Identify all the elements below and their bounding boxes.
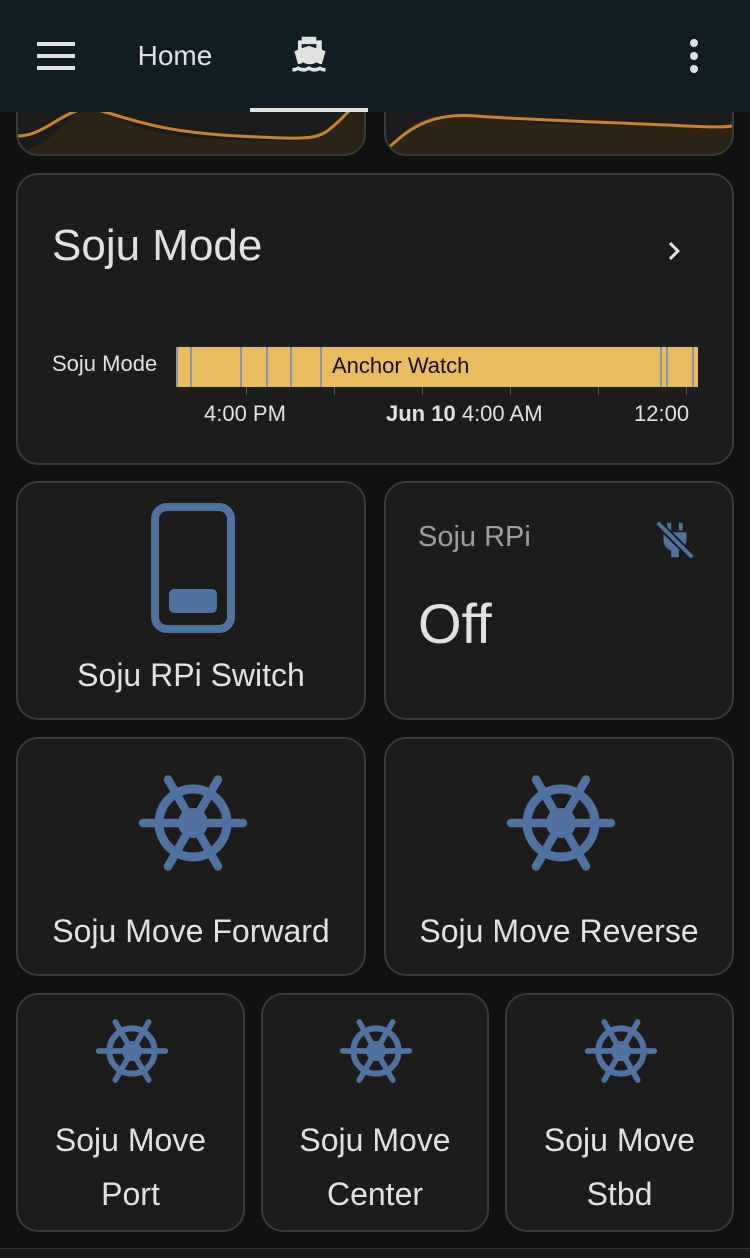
card-title: Soju Mode (52, 221, 263, 270)
tile-label: Soju Move Stbd (507, 1113, 732, 1221)
tile-label: Soju Move Center (263, 1113, 487, 1221)
soju-rpi-entity-card[interactable]: Soju RPi Off (384, 481, 734, 720)
timeline-state-label: Anchor Watch (332, 353, 470, 378)
entity-name: Soju RPi (418, 521, 531, 553)
tab-home-label: Home (137, 40, 213, 71)
axis-tick (334, 387, 335, 395)
dots-vertical-icon (690, 39, 698, 73)
ship-wheel-icon (506, 775, 616, 871)
axis-date: Jun 10 (386, 401, 456, 426)
ship-wheel-icon (138, 775, 248, 871)
state-change-marker (660, 347, 662, 387)
tile-label-line-1: Soju Move (299, 1122, 451, 1158)
timeline-row-label: Soju Mode (52, 351, 158, 376)
tile-label: Soju Move Port (18, 1113, 243, 1221)
tile-label-line-1: Soju Move (54, 1122, 207, 1158)
soju-rpi-switch-button[interactable]: Soju RPi Switch (16, 481, 366, 720)
axis-label: 4:00 PM (204, 401, 286, 426)
state-change-marker (692, 347, 694, 387)
tile-label-line-2: Stbd (586, 1176, 653, 1212)
next-card-edge (0, 1248, 750, 1258)
active-tab-indicator (250, 108, 368, 112)
soju-move-reverse-button[interactable]: Soju Move Reverse (384, 737, 734, 976)
axis-tick (422, 387, 423, 395)
tab-home[interactable]: Home (110, 0, 240, 112)
soju-mode-history-card[interactable]: Soju Mode Soju Mode Anchor Watch 4:00 PM… (16, 173, 734, 465)
state-change-marker (176, 347, 178, 387)
tile-label: Soju Move Reverse (419, 913, 699, 949)
axis-tick (598, 387, 599, 395)
ship-wheel-icon (339, 1019, 413, 1083)
timeline-axis (176, 387, 698, 395)
tile-label-line-2: Center (326, 1176, 424, 1212)
tile-label-line-1: Soju Move (543, 1122, 696, 1158)
state-change-marker (290, 347, 292, 387)
state-change-marker (190, 347, 192, 387)
timeline-bar[interactable]: Anchor Watch (176, 347, 698, 387)
ferry-icon (292, 36, 326, 72)
axis-tick (686, 387, 687, 395)
axis-tick (246, 387, 247, 395)
top-app-bar: Home (0, 0, 750, 112)
ship-wheel-icon (95, 1019, 169, 1083)
soju-move-center-button[interactable]: Soju Move Center (261, 993, 489, 1232)
cellphone-icon (151, 503, 235, 633)
soju-move-forward-button[interactable]: Soju Move Forward (16, 737, 366, 976)
state-change-marker (320, 347, 322, 387)
power-plug-off-icon (655, 520, 695, 560)
tile-label: Soju Move Forward (52, 913, 330, 949)
soju-move-stbd-button[interactable]: Soju Move Stbd (505, 993, 734, 1232)
soju-move-port-button[interactable]: Soju Move Port (16, 993, 245, 1232)
state-change-marker (266, 347, 268, 387)
hamburger-menu-icon (37, 42, 75, 70)
menu-button[interactable] (30, 34, 82, 78)
tile-label-line-2: Port (101, 1176, 160, 1212)
ship-wheel-icon (584, 1019, 658, 1083)
overflow-menu-button[interactable] (672, 30, 716, 82)
axis-label: 12:00 (634, 401, 690, 426)
axis-tick (510, 387, 511, 395)
axis-label-date: Jun 10 4:00 AM (386, 401, 543, 427)
axis-time: 4:00 AM (461, 401, 543, 426)
state-change-marker (666, 347, 668, 387)
tile-label: Soju RPi Switch (77, 657, 305, 693)
tab-boat[interactable] (250, 0, 368, 112)
entity-state: Off (418, 592, 492, 655)
chevron-right-icon[interactable] (656, 233, 692, 269)
state-change-marker (240, 347, 242, 387)
